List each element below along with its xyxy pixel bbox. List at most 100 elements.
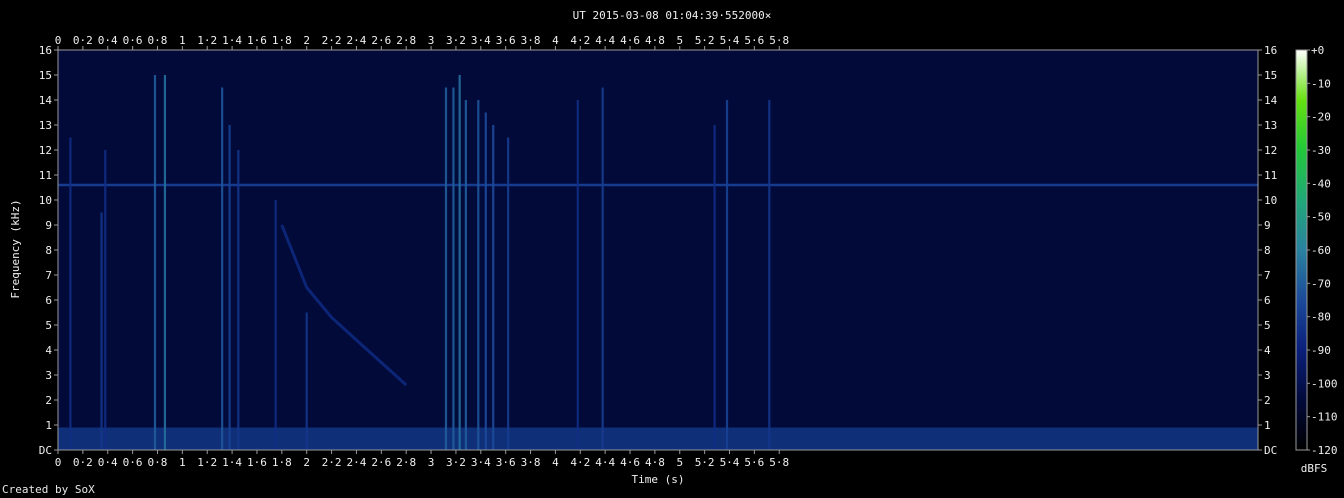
colorbar-tick-label: -120 (1311, 444, 1338, 457)
x-tick-label: 0·6 (123, 456, 143, 469)
x-tick-label: 5·4 (720, 34, 740, 47)
x-tick-label: 0·2 (73, 456, 93, 469)
y-tick-label: 2 (1264, 394, 1271, 407)
y-tick-label: 8 (1264, 244, 1271, 257)
y-tick-label: 10 (39, 194, 52, 207)
y-tick-label: 13 (1264, 119, 1277, 132)
x-tick-label: 0·6 (123, 34, 143, 47)
y-tick-label: 7 (1264, 269, 1271, 282)
x-tick-label: 1·6 (247, 456, 267, 469)
x-tick-label: 3 (428, 456, 435, 469)
credit-text: Created by SoX (2, 483, 95, 496)
y-tick-label: 12 (39, 144, 52, 157)
y-tick-label: 4 (1264, 344, 1271, 357)
x-tick-label: 1 (179, 34, 186, 47)
x-tick-label: 4·4 (595, 34, 615, 47)
y-tick-label: 8 (45, 244, 52, 257)
spectrogram-chart: UT 2015-03-08 01:04:39·552000× 0 0 0·2 0·2 0… (9, 9, 1338, 486)
x-tick-label: 4·8 (645, 456, 665, 469)
x-tick-label: 4·6 (620, 34, 640, 47)
x-tick-label: 5 (676, 456, 683, 469)
x-tick-label: 1·2 (197, 456, 217, 469)
colorbar-tick-label: -20 (1311, 111, 1331, 124)
y-tick-label: 14 (1264, 94, 1278, 107)
x-tick-label: 2 (303, 456, 310, 469)
x-tick-label: 0·2 (73, 34, 93, 47)
y-tick-label: 14 (39, 94, 53, 107)
y-tick-label: DC (1264, 444, 1277, 457)
x-tick-label: 2 (303, 34, 310, 47)
y-tick-label: 12 (1264, 144, 1277, 157)
y-tick-label: 9 (45, 219, 52, 232)
x-tick-label: 0 (55, 456, 62, 469)
x-tick-label: 5·6 (744, 34, 764, 47)
colorbar-tick-label: -40 (1311, 177, 1331, 190)
x-tick-label: 4·4 (595, 456, 615, 469)
spectrogram-plot (58, 50, 1258, 450)
y-tick-label: 10 (1264, 194, 1277, 207)
x-tick-label: 0·8 (148, 34, 168, 47)
colorbar-tick-label: -70 (1311, 277, 1331, 290)
x-tick-label: 3·2 (446, 34, 466, 47)
x-tick-label: 5·8 (769, 34, 789, 47)
x-tick-label: 3·6 (496, 456, 516, 469)
colorbar-tick-label: -110 (1311, 411, 1338, 424)
colorbar-tick-label: -60 (1311, 244, 1331, 257)
x-tick-label: 3·2 (446, 456, 466, 469)
x-tick-label: 4·6 (620, 456, 640, 469)
y-tick-label: 16 (1264, 44, 1277, 57)
x-tick-label: 3·4 (471, 34, 491, 47)
y-tick-label: 15 (39, 69, 52, 82)
x-tick-label: 0·4 (98, 456, 118, 469)
x-tick-label: 4·8 (645, 34, 665, 47)
y-tick-label: 7 (45, 269, 52, 282)
y-tick-label: DC (39, 444, 52, 457)
x-tick-label: 4 (552, 456, 559, 469)
x-tick-label: 2·6 (371, 456, 391, 469)
y-tick-label: 16 (39, 44, 52, 57)
x-tick-label: 2·2 (322, 34, 342, 47)
x-tick-label: 5 (676, 34, 683, 47)
x-tick-label: 0·8 (148, 456, 168, 469)
x-tick-label: 4·2 (570, 34, 590, 47)
x-tick-label: 5·2 (695, 34, 715, 47)
y-tick-label: 5 (1264, 319, 1271, 332)
colorbar-tick-label: -30 (1311, 144, 1331, 157)
y-tick-label: 15 (1264, 69, 1277, 82)
x-tick-label: 5·4 (720, 456, 740, 469)
chart-title: UT 2015-03-08 01:04:39·552000× (573, 9, 772, 22)
x-tick-label: 3·8 (521, 34, 541, 47)
x-tick-label: 3·8 (521, 456, 541, 469)
x-tick-label: 1·8 (272, 456, 292, 469)
x-tick-label: 4·2 (570, 456, 590, 469)
x-tick-label: 2·6 (371, 34, 391, 47)
y-tick-label: 3 (45, 369, 52, 382)
colorbar-tick-label: -50 (1311, 211, 1331, 224)
x-tick-label: 1 (179, 456, 186, 469)
y-axis-label: Frequency (kHz) (9, 199, 22, 298)
x-tick-label: 1·4 (222, 456, 242, 469)
x-axis-label: Time (s) (632, 473, 685, 486)
colorbar-tick-label: -10 (1311, 77, 1331, 90)
x-tick-label: 3 (428, 34, 435, 47)
x-tick-label: 4 (552, 34, 559, 47)
y-tick-label: 3 (1264, 369, 1271, 382)
y-tick-label: 1 (1264, 419, 1271, 432)
x-tick-label: 2·8 (396, 456, 416, 469)
colorbar-gradient (1295, 49, 1308, 451)
x-tick-label: 2·4 (347, 456, 367, 469)
x-tick-label: 2·2 (322, 456, 342, 469)
colorbar: +0 -10 -20 -30 -40 -50 -60 -70 -80 -90 -100 -110 -12… (1295, 44, 1338, 457)
x-tick-label: 2·8 (396, 34, 416, 47)
x-tick-label: 5·2 (695, 456, 715, 469)
colorbar-tick-label: -90 (1311, 344, 1331, 357)
x-tick-label: 1·4 (222, 34, 242, 47)
x-tick-label: 1·8 (272, 34, 292, 47)
y-tick-label: 9 (1264, 219, 1271, 232)
y-tick-label: 6 (1264, 294, 1271, 307)
colorbar-tick-label: -100 (1311, 377, 1338, 390)
y-tick-label: 6 (45, 294, 52, 307)
colorbar-label: dBFS (1301, 462, 1328, 475)
y-tick-label: 5 (45, 319, 52, 332)
x-tick-label: 3·4 (471, 456, 491, 469)
